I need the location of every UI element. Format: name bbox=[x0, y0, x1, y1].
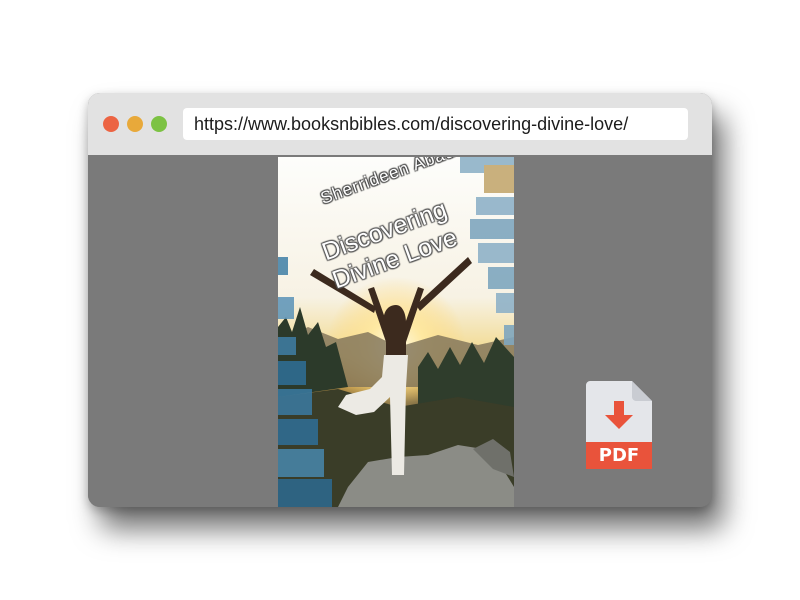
book-cover-image[interactable]: Sherrideen Abadeen Discovering Divine Lo… bbox=[278, 157, 514, 507]
close-window-button[interactable] bbox=[103, 116, 119, 132]
minimize-window-button[interactable] bbox=[127, 116, 143, 132]
stage: https://www.booksnbibles.com/discovering… bbox=[0, 0, 800, 600]
page-content: Sherrideen Abadeen Discovering Divine Lo… bbox=[88, 155, 712, 507]
address-bar[interactable]: https://www.booksnbibles.com/discovering… bbox=[183, 108, 688, 140]
maximize-window-button[interactable] bbox=[151, 116, 167, 132]
pdf-label: PDF bbox=[598, 445, 640, 466]
pdf-download-button[interactable]: PDF bbox=[586, 381, 652, 469]
address-bar-url: https://www.booksnbibles.com/discovering… bbox=[194, 114, 629, 134]
browser-window: https://www.booksnbibles.com/discovering… bbox=[88, 93, 712, 507]
browser-titlebar: https://www.booksnbibles.com/discovering… bbox=[88, 93, 712, 155]
